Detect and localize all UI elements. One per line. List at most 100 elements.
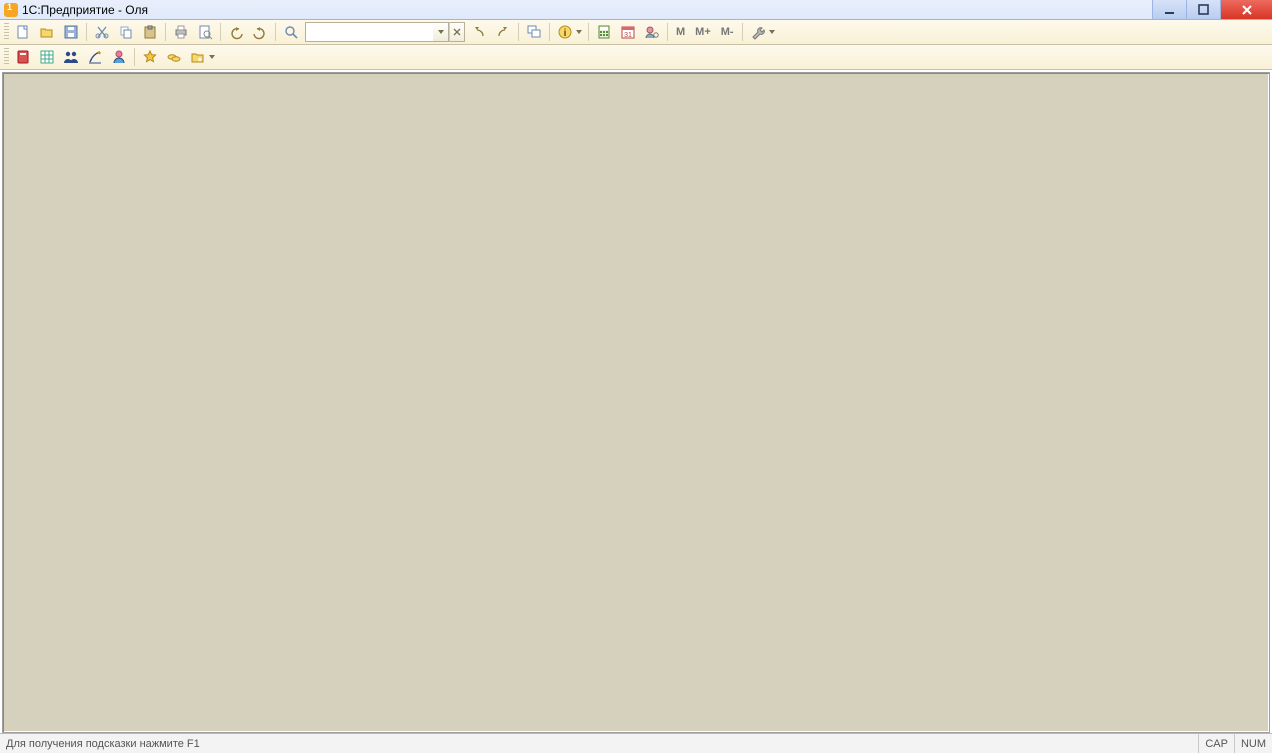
workspace-frame <box>0 70 1272 733</box>
calendar-icon: 31 <box>620 24 636 40</box>
titlebar: 1С:Предприятие - Оля <box>0 0 1272 20</box>
arrow-up-left-icon <box>471 24 487 40</box>
windows-button[interactable] <box>523 21 545 43</box>
toolbar-secondary <box>0 45 1272 70</box>
copy-button[interactable] <box>115 21 137 43</box>
undo-icon <box>228 24 244 40</box>
toolbar-grip[interactable] <box>4 48 9 66</box>
search-dropdown-button[interactable] <box>433 22 449 42</box>
maximize-button[interactable] <box>1186 0 1220 19</box>
search-input[interactable] <box>305 22 433 42</box>
tools-button[interactable] <box>747 21 769 43</box>
user-settings-button[interactable] <box>641 21 663 43</box>
info-icon: i <box>557 24 573 40</box>
currency-button[interactable] <box>163 46 185 68</box>
memory-mminus-button[interactable]: M- <box>716 21 739 43</box>
toolbar-separator <box>549 23 550 41</box>
x-icon <box>453 28 461 36</box>
scissors-icon <box>94 24 110 40</box>
coins-icon <box>166 49 182 65</box>
folder-star-icon <box>190 49 206 65</box>
calendar-button[interactable]: 31 <box>617 21 639 43</box>
grid-report-icon <box>39 49 55 65</box>
undo-button[interactable] <box>225 21 247 43</box>
help-dropdown[interactable] <box>575 21 583 43</box>
chevron-down-icon <box>769 30 775 34</box>
book-icon <box>15 49 31 65</box>
new-document-icon <box>15 24 31 40</box>
status-cap: CAP <box>1198 734 1234 753</box>
save-button[interactable] <box>60 21 82 43</box>
search-clear-button[interactable] <box>449 22 465 42</box>
svg-text:31: 31 <box>624 32 632 39</box>
magnifier-icon <box>283 24 299 40</box>
windows-icon <box>526 24 542 40</box>
print-preview-button[interactable] <box>194 21 216 43</box>
paste-button[interactable] <box>139 21 161 43</box>
print-button[interactable] <box>170 21 192 43</box>
toolbar-separator <box>588 23 589 41</box>
find-next-button[interactable] <box>492 21 514 43</box>
printer-icon <box>173 24 189 40</box>
minimize-icon <box>1164 4 1176 16</box>
toolbar-separator <box>667 23 668 41</box>
maximize-icon <box>1198 4 1210 16</box>
window-title: 1С:Предприятие - Оля <box>22 3 148 17</box>
close-button[interactable] <box>1220 0 1272 19</box>
memory-m-button[interactable]: M <box>671 21 690 43</box>
redo-button[interactable] <box>249 21 271 43</box>
titlebar-left: 1С:Предприятие - Оля <box>0 0 1152 19</box>
calculator-icon <box>596 24 612 40</box>
paste-icon <box>142 24 158 40</box>
app-icon <box>4 3 18 17</box>
statusbar: Для получения подсказки нажмите F1 CAP N… <box>0 733 1272 753</box>
chevron-down-icon <box>438 30 444 34</box>
status-hint: Для получения подсказки нажмите F1 <box>0 738 1198 750</box>
toolbar-grip[interactable] <box>4 23 9 41</box>
close-icon <box>1241 4 1253 16</box>
new-document-button[interactable] <box>12 21 34 43</box>
window-controls <box>1152 0 1272 19</box>
status-num: NUM <box>1234 734 1272 753</box>
signature-button[interactable] <box>84 46 106 68</box>
journal-button[interactable] <box>12 46 34 68</box>
favorites-button[interactable] <box>139 46 161 68</box>
memory-mplus-button[interactable]: M+ <box>690 21 716 43</box>
catalog-button[interactable] <box>187 46 209 68</box>
toolbar-separator <box>86 23 87 41</box>
toolbar-separator <box>134 48 135 66</box>
toolbar-separator <box>742 23 743 41</box>
find-prev-button[interactable] <box>468 21 490 43</box>
redo-icon <box>252 24 268 40</box>
svg-text:i: i <box>564 28 567 39</box>
toolbar-separator <box>220 23 221 41</box>
open-folder-icon <box>39 24 55 40</box>
calculator-button[interactable] <box>593 21 615 43</box>
cut-button[interactable] <box>91 21 113 43</box>
people-icon <box>63 49 79 65</box>
toolbar-main: i 31 M M+ M- <box>0 20 1272 45</box>
wrench-icon <box>750 24 766 40</box>
find-button[interactable] <box>280 21 302 43</box>
toolbar-separator <box>165 23 166 41</box>
minimize-button[interactable] <box>1152 0 1186 19</box>
report-button[interactable] <box>36 46 58 68</box>
print-preview-icon <box>197 24 213 40</box>
employee-button[interactable] <box>108 46 130 68</box>
staff-button[interactable] <box>60 46 82 68</box>
tools-dropdown[interactable] <box>768 21 776 43</box>
workspace-area <box>2 72 1270 733</box>
catalog-dropdown[interactable] <box>208 46 216 68</box>
open-button[interactable] <box>36 21 58 43</box>
save-icon <box>63 24 79 40</box>
star-icon <box>142 49 158 65</box>
person-icon <box>111 49 127 65</box>
toolbar-separator <box>518 23 519 41</box>
pen-signature-icon <box>87 49 103 65</box>
help-button[interactable]: i <box>554 21 576 43</box>
chevron-down-icon <box>209 55 215 59</box>
toolbar-separator <box>275 23 276 41</box>
arrow-up-right-icon <box>495 24 511 40</box>
user-gear-icon <box>644 24 660 40</box>
chevron-down-icon <box>576 30 582 34</box>
